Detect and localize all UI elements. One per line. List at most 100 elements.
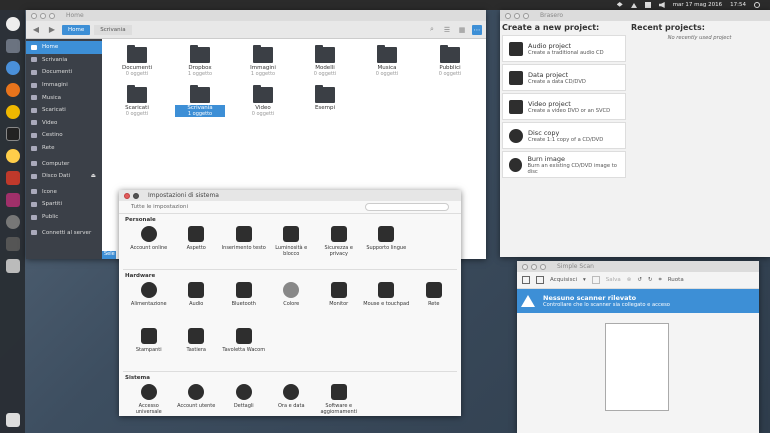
folder-item[interactable]: Documenti 0 oggetti [112, 45, 162, 77]
folder-item[interactable]: Modelli 0 oggetti [300, 45, 350, 77]
keyboard-item[interactable]: Tastiera [173, 325, 221, 371]
list-view-icon[interactable]: ☰ [442, 25, 452, 35]
minimize-button[interactable] [40, 12, 46, 19]
grid-view-icon[interactable]: ▦ [457, 25, 467, 35]
terminal-launcher[interactable] [3, 124, 22, 143]
sidebar-item-home[interactable]: Home [26, 41, 102, 54]
maximize-button[interactable] [49, 12, 55, 19]
files-launcher[interactable] [3, 36, 22, 55]
security-privacy-item[interactable]: Sicurezza e privacy [315, 223, 363, 269]
folder-item[interactable]: Dropbox 1 oggetto [175, 45, 225, 77]
breadcrumb-home[interactable]: Home [62, 24, 91, 35]
breadcrumb-desktop[interactable]: Scrivania [94, 24, 132, 35]
disc-copy-button[interactable]: Disc copy Create 1:1 copy of a CD/DVD [502, 122, 626, 149]
network-icon[interactable] [630, 2, 637, 8]
sound-item[interactable]: Audio [173, 279, 221, 325]
settings-titlebar[interactable]: Impostazioni di sistema [119, 190, 461, 201]
brasero-launcher[interactable] [3, 146, 22, 165]
printers-item[interactable]: Stampanti [125, 325, 173, 371]
folder-item[interactable]: Musica 0 oggetti [362, 45, 412, 77]
dash-button[interactable] [3, 14, 22, 33]
network-item[interactable]: Rete [410, 279, 458, 325]
sidebar-item-desktop[interactable]: Scrivania [26, 54, 102, 67]
close-button[interactable] [124, 192, 130, 199]
forward-arrow-icon[interactable]: ▶ [46, 24, 58, 35]
folder-item[interactable]: Pubblici 0 oggetti [425, 45, 475, 77]
folder-item[interactable]: Immagini 1 oggetto [238, 45, 288, 77]
back-arrow-icon[interactable]: ◀ [30, 24, 42, 35]
sidebar-item-connect-server[interactable]: Connetti al server [26, 226, 102, 239]
rotate-right-icon[interactable]: ↻ [648, 277, 653, 283]
text-entry-item[interactable]: Inserimento testo [220, 223, 268, 269]
audio-project-button[interactable]: Audio project Create a traditional audio … [502, 35, 626, 62]
software-updates-item[interactable]: Software e aggiornamenti [315, 381, 363, 427]
brasero-titlebar[interactable]: Brasero [500, 10, 770, 21]
rotate-left-icon[interactable]: ↺ [637, 277, 642, 283]
video-project-button[interactable]: Video project Create a video DVD or an SV… [502, 93, 626, 120]
power-item[interactable]: Alimentazione [125, 279, 173, 325]
burn-image-button[interactable]: Burn image Burn an existing CD/DVD image … [502, 151, 626, 178]
minimize-button[interactable] [133, 192, 139, 199]
brightness-lock-item[interactable]: Luminosità e blocco [268, 223, 316, 269]
sidebar-item-trash[interactable]: Cestino [26, 129, 102, 142]
close-button[interactable] [522, 263, 528, 270]
files-titlebar[interactable]: Home [26, 10, 486, 21]
maximize-button[interactable] [540, 263, 546, 270]
close-button[interactable] [505, 12, 511, 19]
sidebar-item-videos[interactable]: Video [26, 117, 102, 130]
displays-item[interactable]: Monitor [315, 279, 363, 325]
sidebar-item-public[interactable]: Public [26, 211, 102, 224]
dropbox-icon[interactable] [616, 2, 623, 7]
sidebar-item-documents[interactable]: Documenti [26, 66, 102, 79]
volume-icon[interactable] [658, 2, 665, 8]
settings-launcher[interactable] [3, 212, 22, 231]
new-document-icon[interactable] [522, 276, 530, 284]
language-support-item[interactable]: Supporto lingue [363, 223, 411, 269]
appearance-item[interactable]: Aspetto [173, 223, 221, 269]
time-date-item[interactable]: Ora e data [268, 381, 316, 427]
acquire-button[interactable]: Acquisisci [550, 277, 577, 283]
minimize-button[interactable] [514, 12, 520, 19]
menu-icon[interactable]: ⋯ [472, 24, 482, 35]
sidebar-item-network[interactable]: Rete [26, 142, 102, 155]
rotate-button[interactable]: Ruota [668, 277, 684, 283]
sidebar-item-music[interactable]: Musica [26, 91, 102, 104]
eject-icon[interactable]: ⏏ [91, 173, 96, 179]
delete-icon[interactable]: ⊗ [627, 277, 632, 283]
minimize-button[interactable] [531, 263, 537, 270]
sidebar-item-icons[interactable]: Icone [26, 186, 102, 199]
save-icon[interactable] [591, 276, 600, 284]
panel-date[interactable]: mar 17 mag 2016 [673, 2, 722, 8]
color-item[interactable]: Colore [268, 279, 316, 325]
bluetooth-item[interactable]: Bluetooth [220, 279, 268, 325]
universal-access-item[interactable]: Accesso universale [125, 381, 173, 427]
details-item[interactable]: Dettagli [220, 381, 268, 427]
rhythmbox-launcher[interactable] [3, 102, 22, 121]
online-accounts-item[interactable]: Account online [125, 223, 173, 269]
folder-item[interactable]: Scaricati 0 oggetti [112, 85, 162, 117]
search-icon[interactable]: ⌕ [427, 25, 437, 35]
scan-titlebar[interactable]: Simple Scan [517, 261, 759, 272]
gear-icon[interactable] [754, 2, 760, 8]
maximize-button[interactable] [523, 12, 529, 19]
photos-launcher[interactable] [3, 190, 22, 209]
document-viewer-launcher[interactable] [3, 168, 22, 187]
workspace-launcher[interactable] [3, 234, 22, 253]
sidebar-item-pictures[interactable]: Immagini [26, 79, 102, 92]
user-accounts-item[interactable]: Account utente [173, 381, 221, 427]
folder-item[interactable]: Video 0 oggetti [238, 85, 288, 117]
save-button[interactable]: Salva [606, 277, 621, 283]
chromium-launcher[interactable] [3, 58, 22, 77]
dropdown-arrow-icon[interactable]: ▾ [583, 277, 586, 283]
close-button[interactable] [31, 12, 37, 19]
crop-icon[interactable]: ⌗ [659, 277, 662, 284]
scan-icon[interactable] [536, 276, 544, 284]
sidebar-item-downloads[interactable]: Scaricati [26, 104, 102, 117]
folder-item-selected[interactable]: Scrivania 1 oggetto [175, 85, 225, 117]
drive-launcher[interactable] [3, 256, 22, 275]
mouse-touchpad-item[interactable]: Mouse e touchpad [363, 279, 411, 325]
data-project-button[interactable]: Data project Create a data CD/DVD [502, 64, 626, 91]
sidebar-item-computer[interactable]: Computer [26, 157, 102, 170]
firefox-launcher[interactable] [3, 80, 22, 99]
panel-time[interactable]: 17:54 [730, 2, 746, 8]
